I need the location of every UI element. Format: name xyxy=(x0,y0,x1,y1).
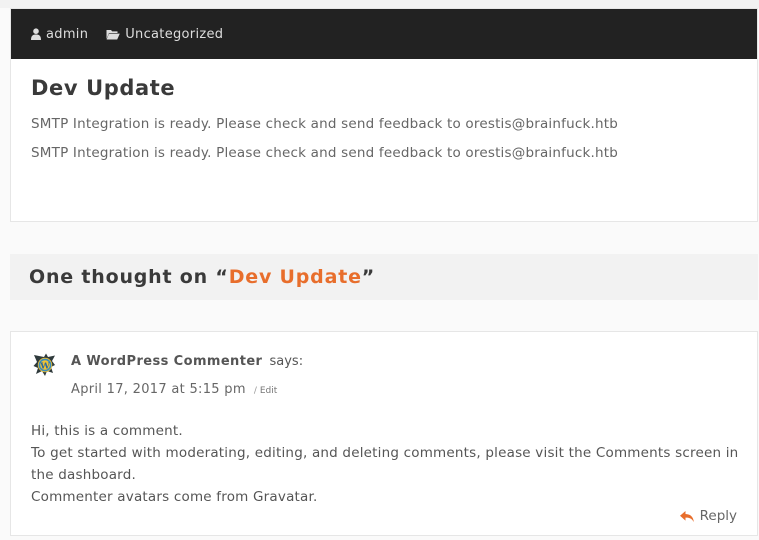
comment-body: Hi, this is a comment. To get started wi… xyxy=(31,420,747,508)
post-meta-bar: admin Uncategorized xyxy=(11,9,757,59)
comments-heading-suffix: ” xyxy=(361,266,376,288)
comment-says-label: says: xyxy=(269,354,304,369)
comment-text-line: Hi, this is a comment. xyxy=(31,423,183,439)
reply-button[interactable]: Reply xyxy=(679,508,737,524)
folder-open-icon xyxy=(106,29,121,39)
wordpress-avatar: W xyxy=(33,353,55,376)
post-card: admin Uncategorized Dev Update SMTP Inte… xyxy=(10,8,758,222)
comment-author-link[interactable]: A WordPress Commenter xyxy=(71,354,262,369)
post-author-name: admin xyxy=(46,26,89,42)
reply-icon xyxy=(679,510,694,522)
svg-text:W: W xyxy=(39,361,50,371)
post-paragraph: SMTP Integration is ready. Please check … xyxy=(31,145,618,161)
post-paragraph: SMTP Integration is ready. Please check … xyxy=(31,116,618,132)
comments-heading: One thought on “Dev Update” xyxy=(29,266,375,288)
comments-heading-prefix: One thought on “ xyxy=(29,266,229,288)
comment-text-line: Commenter avatars come from Gravatar. xyxy=(31,489,318,505)
comment-meta-separator: / xyxy=(253,386,257,396)
post-author-link[interactable]: admin xyxy=(31,27,88,42)
comment-date-link[interactable]: April 17, 2017 at 5:15 pm xyxy=(71,382,246,397)
user-icon xyxy=(31,28,41,40)
comment-meta: April 17, 2017 at 5:15 pm / Edit xyxy=(71,382,277,397)
post-title: Dev Update xyxy=(31,76,176,100)
comment-header: A WordPress Commenter says: xyxy=(71,354,303,369)
comments-heading-post-link[interactable]: Dev Update xyxy=(229,266,362,288)
comment-text-line: To get started with moderating, editing,… xyxy=(31,445,739,483)
post-category-name: Uncategorized xyxy=(125,26,224,42)
comment-edit-link[interactable]: Edit xyxy=(260,386,277,396)
comment-card: W A WordPress Commenter says: April 17, … xyxy=(10,331,758,536)
top-strip xyxy=(0,0,759,8)
post-category-link[interactable]: Uncategorized xyxy=(106,27,223,42)
comments-heading-band: One thought on “Dev Update” xyxy=(10,254,758,300)
reply-label: Reply xyxy=(699,508,737,524)
